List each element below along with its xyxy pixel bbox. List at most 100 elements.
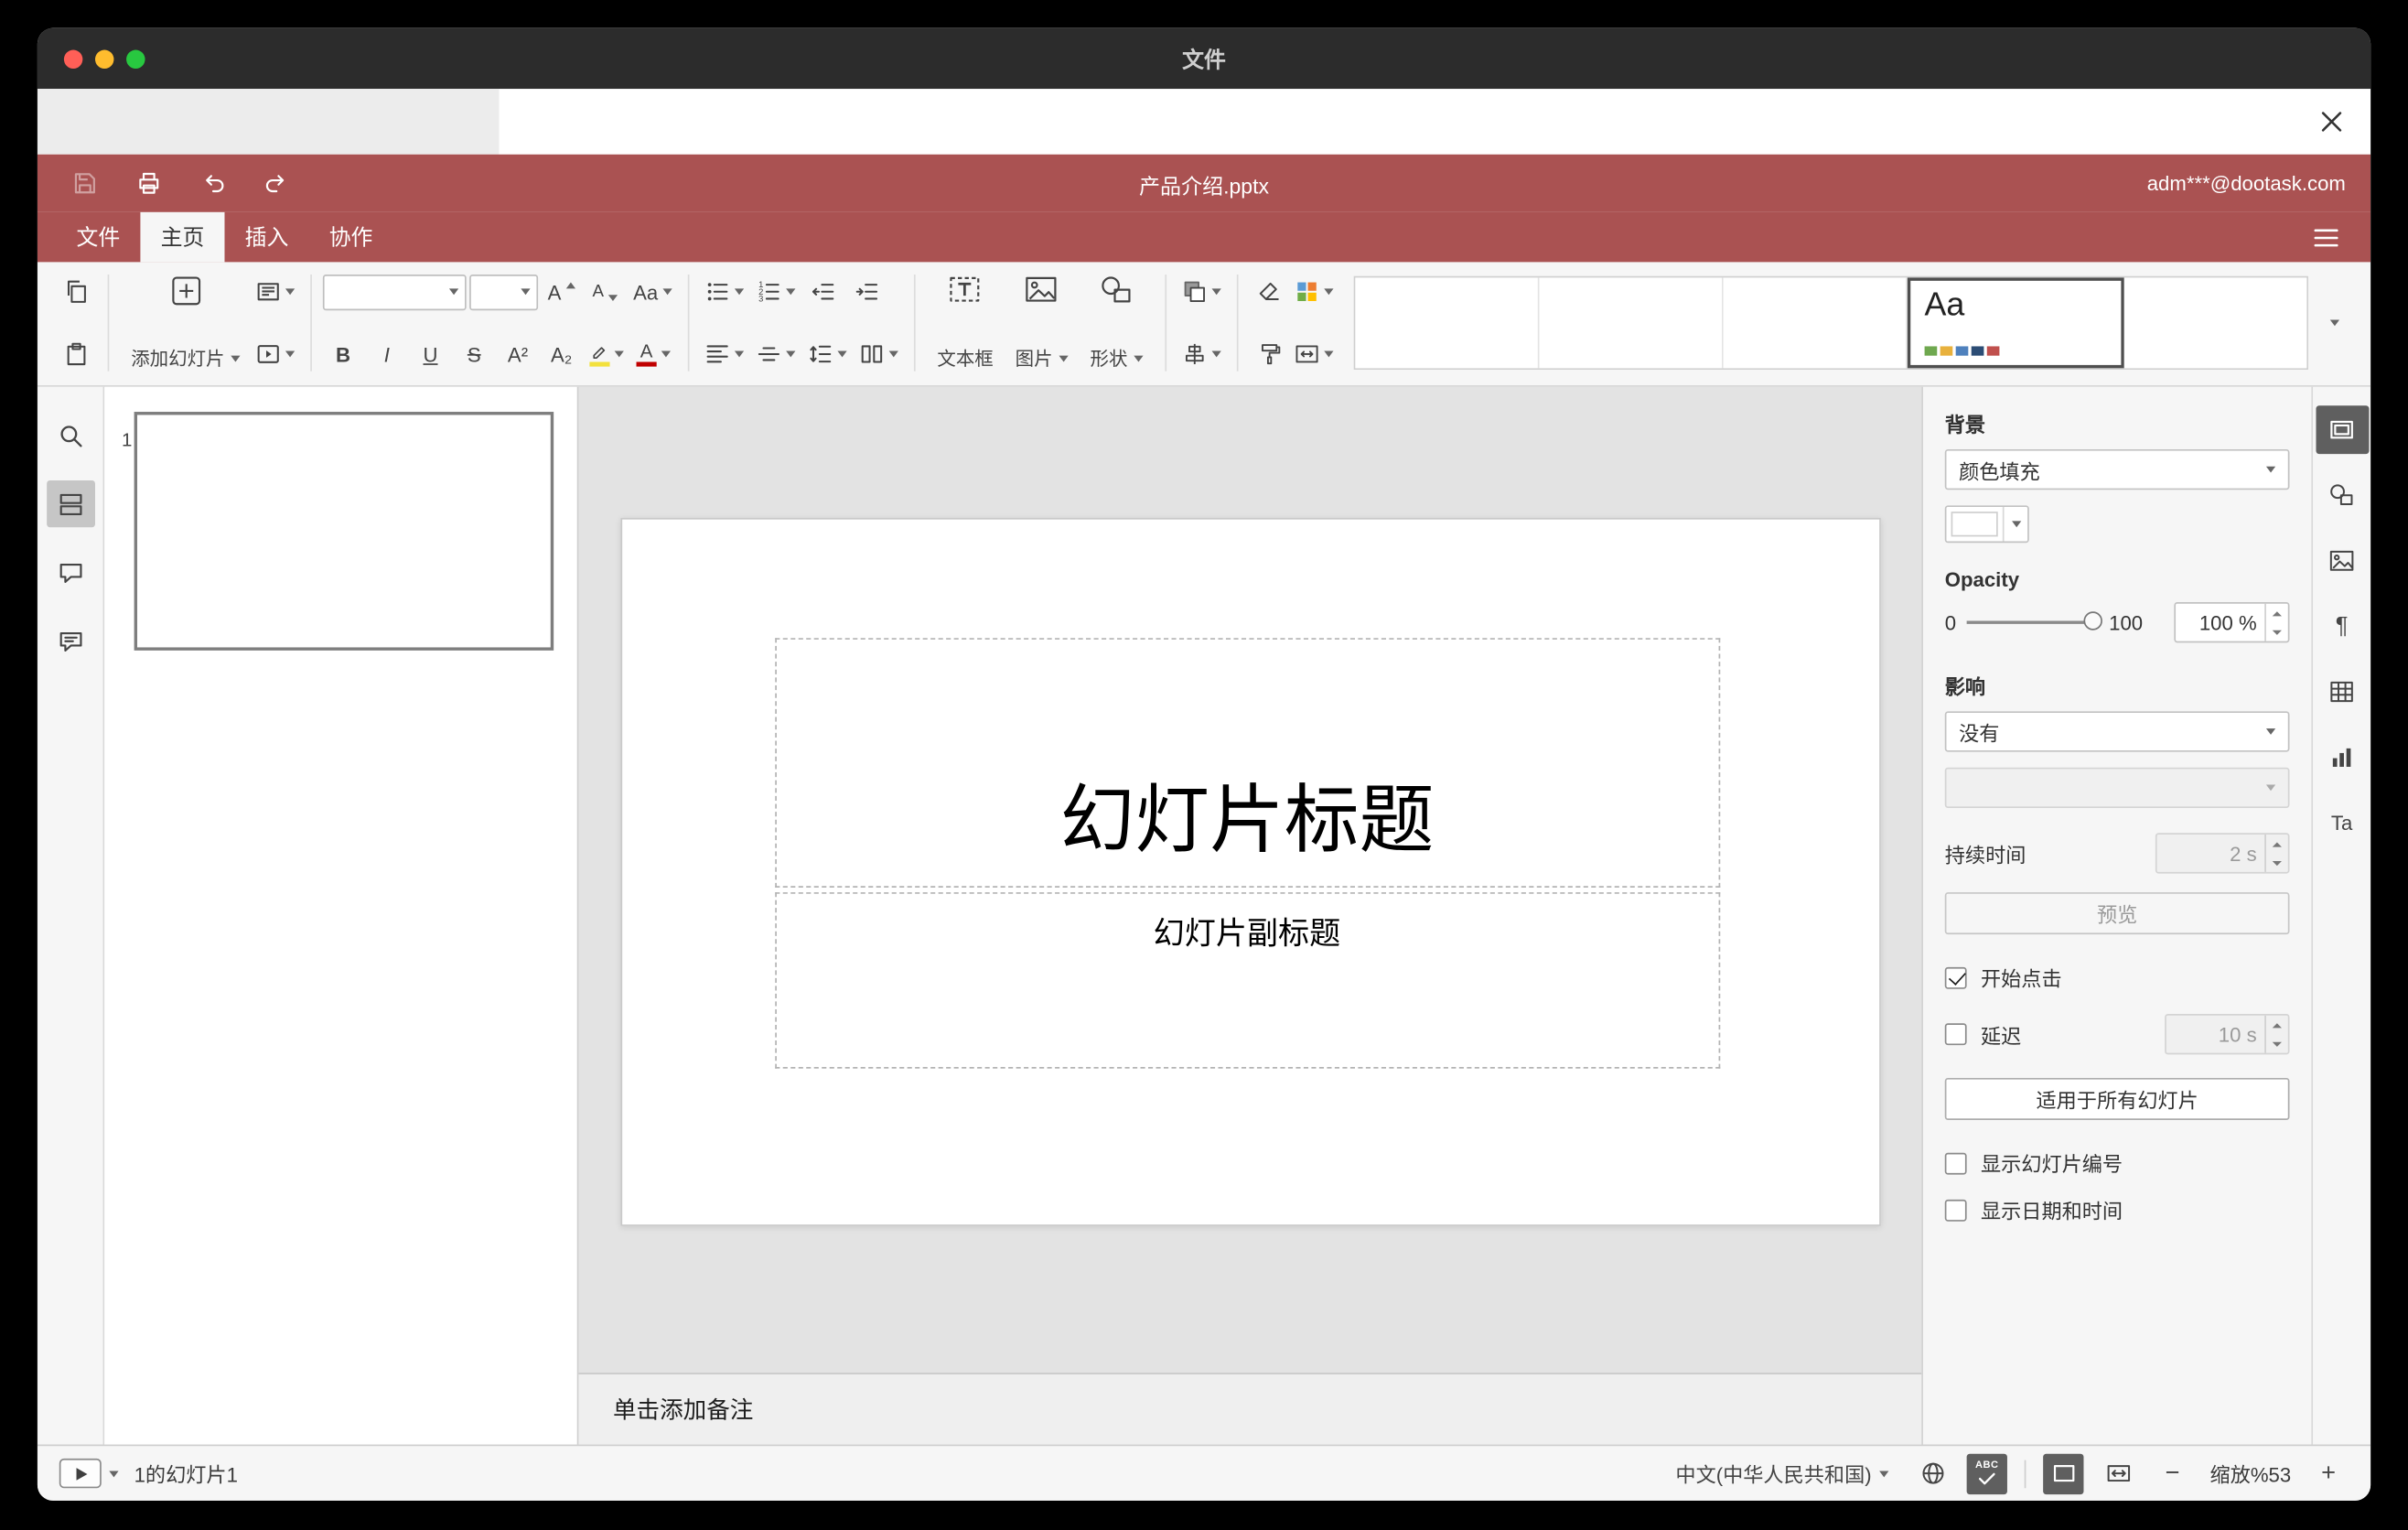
insert-image-button[interactable]: 图片: [1005, 270, 1080, 376]
underline-button[interactable]: U: [410, 332, 450, 376]
set-language-button[interactable]: [1912, 1453, 1952, 1493]
bullets-button[interactable]: [700, 270, 748, 314]
theme-tile[interactable]: [1723, 277, 1908, 369]
change-case-button[interactable]: Aa: [629, 270, 677, 314]
tab-file[interactable]: 文件: [56, 212, 140, 263]
columns-button[interactable]: [855, 332, 903, 376]
italic-button[interactable]: I: [367, 332, 407, 376]
increase-font-button[interactable]: A: [542, 270, 582, 314]
theme-tile[interactable]: [1539, 277, 1724, 369]
tab-insert[interactable]: 插入: [224, 212, 308, 263]
horizontal-align-button[interactable]: [700, 332, 748, 376]
increase-indent-button[interactable]: [847, 270, 887, 314]
chart-settings-button[interactable]: [2316, 733, 2369, 781]
paste-button[interactable]: [56, 332, 96, 376]
close-window-button[interactable]: [63, 48, 83, 69]
color-scheme-button[interactable]: [1290, 270, 1338, 314]
theme-gallery: Aa: [1353, 275, 2308, 371]
theme-tile[interactable]: [1355, 277, 1540, 369]
theme-tile-selected[interactable]: Aa: [1907, 277, 2124, 369]
comments-button[interactable]: [46, 549, 94, 596]
start-slideshow-button[interactable]: [59, 1458, 102, 1489]
superscript-button[interactable]: A²: [498, 332, 538, 376]
notes-area[interactable]: 单击添加备注: [578, 1373, 1922, 1445]
tab-collaboration[interactable]: 协作: [309, 212, 393, 263]
add-slide-icon: [171, 276, 200, 306]
spellcheck-toggle[interactable]: ABC: [1966, 1452, 2007, 1494]
language-selector[interactable]: 中文(中华人民共和国): [1666, 1457, 1897, 1490]
increase-indent-icon: [855, 284, 877, 300]
image-settings-button[interactable]: [2316, 536, 2369, 585]
table-settings-button[interactable]: [2316, 668, 2369, 717]
line-spacing-button[interactable]: [803, 332, 852, 376]
vertical-align-button[interactable]: [752, 332, 801, 376]
background-color-picker[interactable]: [1944, 505, 2029, 544]
print-button[interactable]: [135, 170, 162, 197]
delay-checkbox[interactable]: 延迟: [1944, 1019, 2021, 1049]
tab-home[interactable]: 主页: [140, 211, 225, 263]
fit-slide-toggle[interactable]: [2043, 1452, 2084, 1494]
duration-label: 持续时间: [1944, 843, 2026, 867]
paragraph-settings-button[interactable]: ¶: [2316, 602, 2369, 651]
show-slide-number-checkbox[interactable]: 显示幻灯片编号: [1944, 1148, 2290, 1178]
view-settings-button[interactable]: [2304, 212, 2349, 263]
background-label: 背景: [1944, 413, 1986, 437]
opacity-slider[interactable]: [1967, 611, 2103, 630]
opacity-slider-knob[interactable]: [2083, 611, 2103, 630]
fit-width-button[interactable]: [2098, 1453, 2138, 1493]
shape-settings-button[interactable]: [2316, 471, 2369, 520]
preview-button[interactable]: 预览: [1944, 892, 2290, 935]
arrange-shapes-button[interactable]: [1177, 270, 1226, 314]
chevron-down-icon[interactable]: [109, 1470, 119, 1477]
feedback-button[interactable]: [46, 618, 94, 664]
clear-style-button[interactable]: [1249, 270, 1289, 314]
start-on-click-checkbox[interactable]: 开始点击: [1944, 963, 2290, 992]
undo-button[interactable]: [199, 170, 226, 197]
slide-title-placeholder[interactable]: 幻灯片标题: [774, 638, 1720, 888]
zoom-out-button[interactable]: −: [2152, 1453, 2192, 1493]
slide-canvas[interactable]: 幻灯片标题 幻灯片副标题 单击添加备注: [578, 386, 1922, 1445]
divider: [2024, 1459, 2026, 1488]
start-slideshow-toolbar-button[interactable]: [251, 332, 299, 376]
slide-settings-button[interactable]: [2315, 405, 2369, 455]
theme-tile[interactable]: [2123, 277, 2307, 369]
zoom-in-button[interactable]: +: [2308, 1453, 2349, 1493]
decrease-font-button[interactable]: A: [585, 270, 625, 314]
slide-subtitle-placeholder[interactable]: 幻灯片副标题: [774, 892, 1720, 1069]
numbering-button[interactable]: 123: [752, 270, 801, 314]
show-date-time-checkbox[interactable]: 显示日期和时间: [1944, 1195, 2290, 1224]
font-color-button[interactable]: A: [631, 332, 675, 376]
minimize-window-button[interactable]: [94, 48, 114, 69]
redo-button[interactable]: [263, 170, 290, 197]
opacity-spinner[interactable]: [2264, 603, 2288, 641]
slides-panel-button[interactable]: [46, 480, 95, 528]
bold-button[interactable]: B: [323, 332, 363, 376]
add-slide-button[interactable]: 添加幻灯片: [120, 270, 251, 376]
theme-gallery-expand-button[interactable]: [2315, 270, 2355, 376]
insert-shape-button[interactable]: 形状: [1080, 270, 1155, 376]
align-shapes-button[interactable]: [1177, 332, 1226, 376]
slide-layout-button[interactable]: [251, 270, 299, 314]
copy-style-button[interactable]: [1249, 332, 1289, 376]
textart-settings-button[interactable]: Ta: [2316, 799, 2369, 847]
subscript-button[interactable]: A₂: [542, 332, 582, 376]
font-name-select[interactable]: [322, 274, 467, 310]
close-editor-button[interactable]: [2313, 103, 2350, 141]
decrease-indent-button[interactable]: [803, 270, 844, 314]
slide-thumbnail[interactable]: [134, 412, 554, 651]
copy-button[interactable]: [56, 270, 96, 314]
print-icon: [139, 172, 159, 194]
insert-textbox-button[interactable]: 文本框: [926, 270, 1004, 376]
effect-select[interactable]: 没有: [1944, 711, 2290, 752]
highlight-color-button[interactable]: [585, 332, 629, 376]
font-size-select[interactable]: [469, 274, 539, 310]
search-button[interactable]: [46, 412, 94, 458]
background-fill-select[interactable]: 颜色填充: [1944, 448, 2290, 490]
maximize-window-button[interactable]: [126, 48, 145, 69]
strikethrough-button[interactable]: S: [454, 332, 494, 376]
opacity-input[interactable]: 100 %: [2174, 602, 2290, 643]
slide[interactable]: 幻灯片标题 幻灯片副标题: [619, 517, 1881, 1226]
save-button[interactable]: [71, 170, 98, 197]
apply-to-all-button[interactable]: 适用于所有幻灯片: [1944, 1077, 2290, 1120]
slide-size-button[interactable]: [1290, 332, 1338, 376]
